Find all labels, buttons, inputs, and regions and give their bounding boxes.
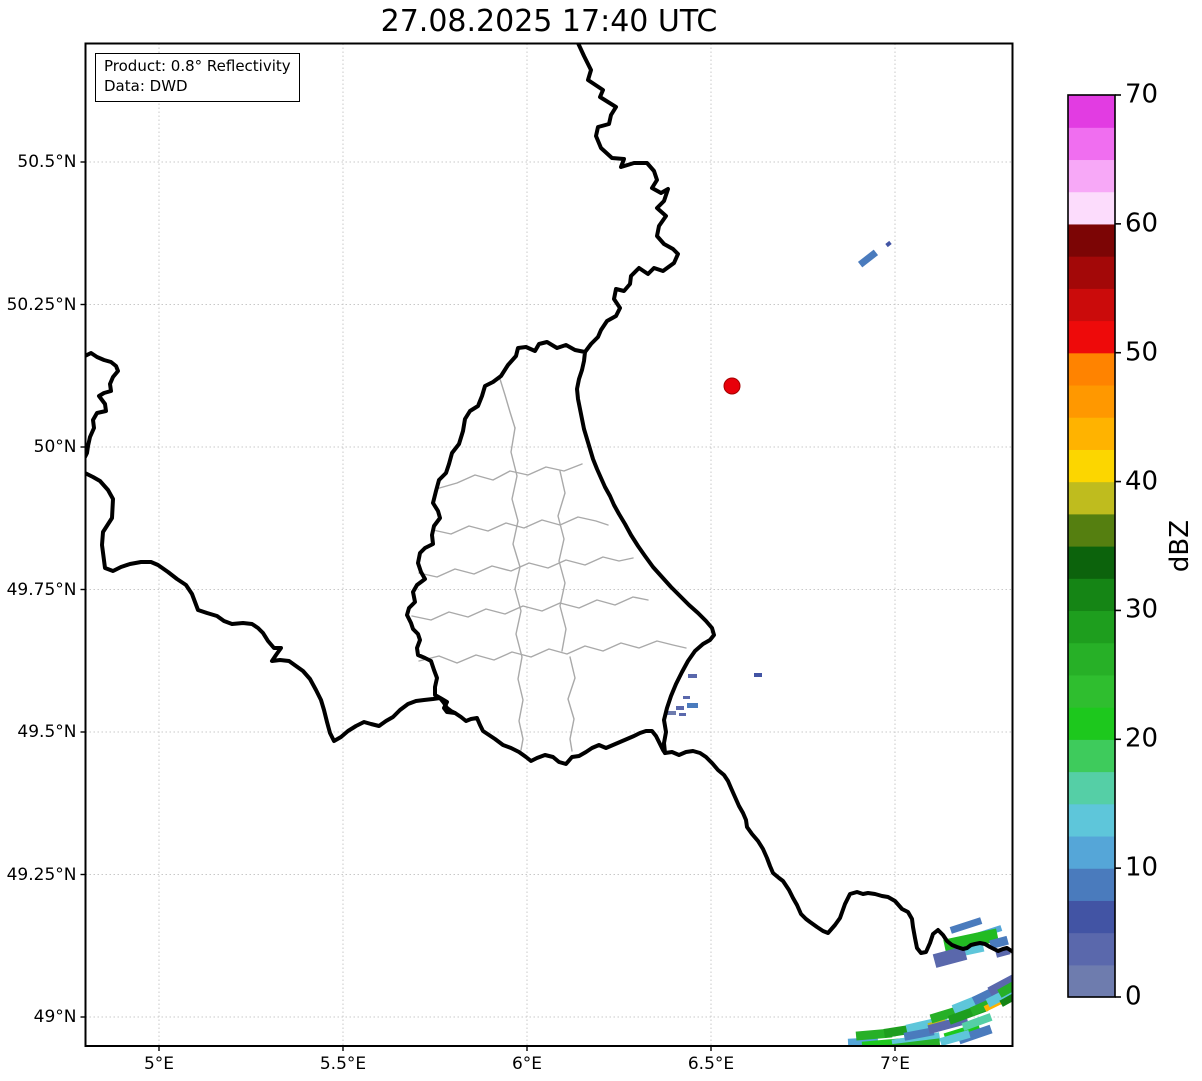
radar-echo-cell xyxy=(885,240,892,248)
x-tick-label: 6.5°E xyxy=(687,1054,735,1074)
radar-echo-cell xyxy=(857,249,879,268)
y-tick-label: 49°N xyxy=(33,1007,77,1027)
map-canvas xyxy=(80,42,1121,1051)
colorbar-band xyxy=(1068,191,1115,225)
colorbar-band xyxy=(1068,868,1115,901)
colorbar-band xyxy=(1068,127,1115,161)
colorbar-band xyxy=(1068,352,1115,386)
radar-echo-cell xyxy=(687,703,698,708)
colorbar-tick-label: 60 xyxy=(1125,208,1159,239)
colorbar-band xyxy=(1068,384,1115,418)
colorbar-band xyxy=(1068,320,1115,354)
colorbar-tick-label: 30 xyxy=(1125,594,1159,625)
colorbar-band xyxy=(1068,288,1115,322)
radar-echoes xyxy=(666,240,1013,1046)
colorbar-tick-label: 50 xyxy=(1125,337,1159,368)
colorbar-tick-label: 10 xyxy=(1125,852,1159,883)
radar-echo-cell xyxy=(676,706,684,710)
y-tick-label: 50.25°N xyxy=(6,294,77,315)
colorbar-band xyxy=(1068,159,1115,193)
product-info-box: Product: 0.8° Reflectivity Data: DWD xyxy=(95,53,300,102)
colorbar-tick-label: 20 xyxy=(1125,723,1159,754)
x-tick-label: 5°E xyxy=(143,1054,175,1074)
colorbar-band xyxy=(1068,835,1115,869)
y-tick-label: 49.5°N xyxy=(17,722,77,742)
colorbar-tick-label: 70 xyxy=(1125,79,1159,110)
radar-echo-cell xyxy=(683,696,690,699)
x-tick-label: 7°E xyxy=(879,1054,911,1074)
y-tick-label: 49.25°N xyxy=(6,864,77,885)
radar-echo-cell xyxy=(949,917,983,934)
y-tick-label: 50.5°N xyxy=(17,152,77,172)
colorbar-band xyxy=(1068,481,1115,515)
colorbar-band xyxy=(1068,449,1115,483)
radar-echo-cell xyxy=(679,713,686,716)
radar-site-marker xyxy=(723,377,741,395)
colorbar-title: dBZ xyxy=(1165,519,1195,573)
colorbar-band xyxy=(1068,546,1115,579)
colorbar-band xyxy=(1068,707,1115,740)
colorbar-band xyxy=(1068,739,1115,773)
colorbar-tick-label: 40 xyxy=(1125,465,1159,496)
colorbar-band xyxy=(1068,900,1115,934)
colorbar-band xyxy=(1068,771,1115,805)
y-tick-label: 50°N xyxy=(33,437,77,457)
y-tick-label: 49.75°N xyxy=(6,579,77,600)
colorbar-band xyxy=(1068,932,1115,966)
colorbar-band xyxy=(1068,223,1115,257)
data-source-line: Data: DWD xyxy=(104,77,188,96)
colorbar-band xyxy=(1068,642,1115,676)
radar-echo-cell xyxy=(754,673,762,677)
colorbar-tick-label: 0 xyxy=(1125,981,1142,1012)
colorbar-band xyxy=(1068,610,1115,644)
colorbar-band xyxy=(1068,256,1115,289)
colorbar-band xyxy=(1068,674,1115,708)
admin-borders xyxy=(411,378,687,752)
country-borders xyxy=(85,43,1013,955)
colorbar-band xyxy=(1068,513,1115,547)
colorbar-band xyxy=(1068,803,1115,837)
colorbar xyxy=(1067,94,1121,998)
radar-echo-cell xyxy=(688,674,697,678)
colorbar-band xyxy=(1068,578,1115,612)
colorbar-band xyxy=(1068,95,1115,128)
axis-ticks xyxy=(80,161,896,1051)
radar-figure: 27.08.2025 17:40 UTC Product: 0.8° Refle… xyxy=(0,0,1202,1081)
product-line: Product: 0.8° Reflectivity xyxy=(104,57,291,75)
colorbar-band xyxy=(1068,417,1115,450)
colorbar-band xyxy=(1068,964,1115,998)
x-tick-label: 5.5°E xyxy=(319,1054,367,1074)
x-tick-label: 6°E xyxy=(511,1054,543,1074)
